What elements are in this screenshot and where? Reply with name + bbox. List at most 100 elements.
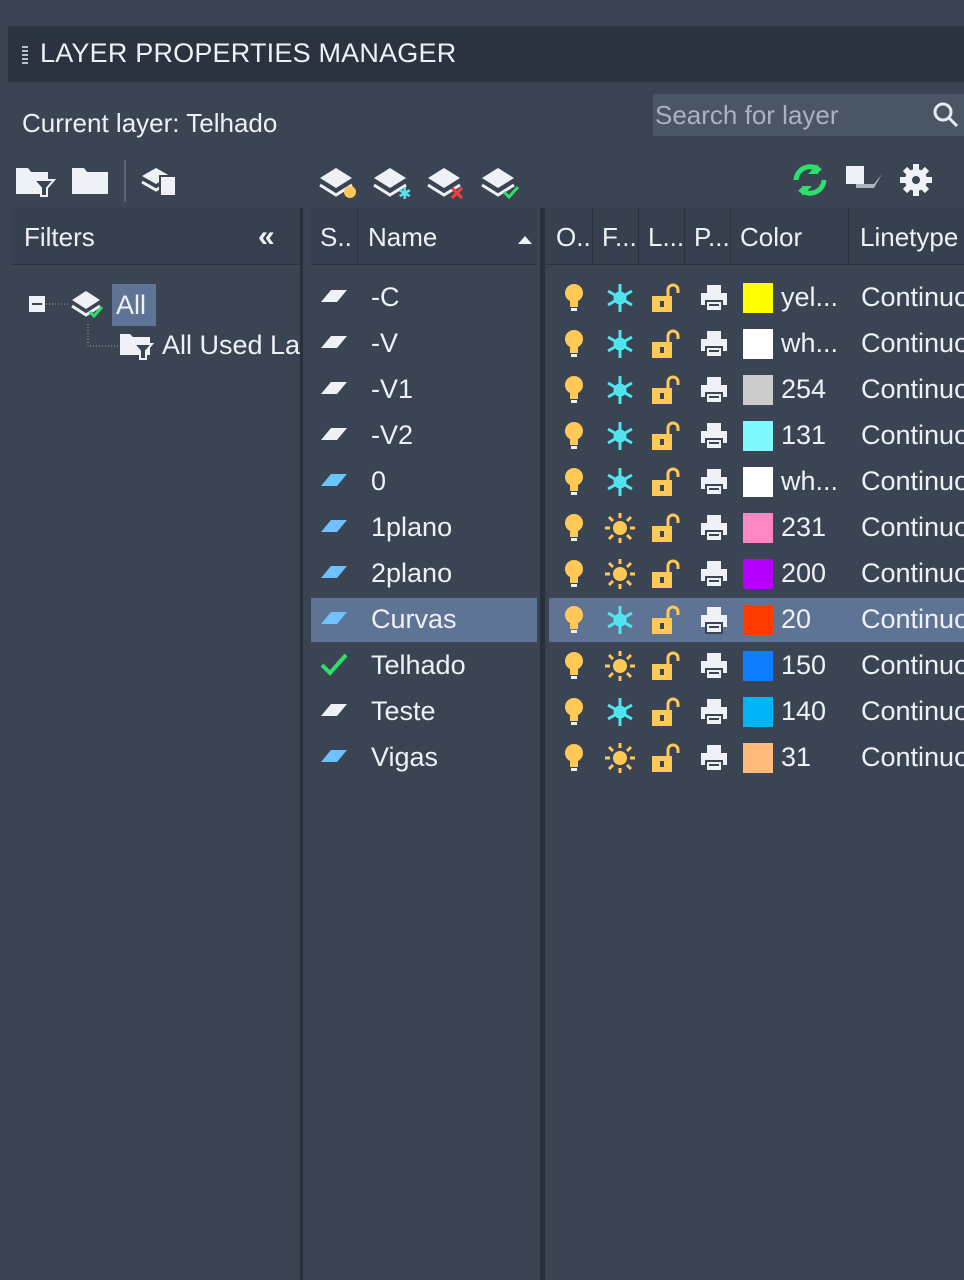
col-lock[interactable]: L... <box>648 222 684 253</box>
color-swatch[interactable] <box>743 467 773 497</box>
plot-printer-icon[interactable] <box>699 605 729 640</box>
plot-printer-icon[interactable] <box>699 329 729 364</box>
layer-color-label[interactable]: 31 <box>781 742 847 773</box>
unlocked-padlock-icon[interactable] <box>650 512 680 549</box>
frozen-snowflake-icon[interactable] <box>604 604 636 641</box>
layer-on-bulb-icon[interactable] <box>562 466 586 503</box>
plot-printer-icon[interactable] <box>699 697 729 732</box>
unlocked-padlock-icon[interactable] <box>650 282 680 319</box>
frozen-snowflake-icon[interactable] <box>604 282 636 319</box>
thawed-sun-icon[interactable] <box>604 558 636 595</box>
search-icon[interactable] <box>931 100 961 130</box>
col-linetype[interactable]: Linetype <box>860 222 964 253</box>
color-swatch[interactable] <box>743 283 773 313</box>
layer-on-bulb-icon[interactable] <box>562 328 586 365</box>
col-plot[interactable]: P... <box>694 222 730 253</box>
palette-title-bar[interactable]: LAYER PROPERTIES MANAGER <box>8 26 964 82</box>
layer-row[interactable]: -V2 131 Continuous <box>311 414 964 458</box>
layer-on-bulb-icon[interactable] <box>562 374 586 411</box>
layer-color-label[interactable]: wh... <box>781 466 847 497</box>
thawed-sun-icon[interactable] <box>604 742 636 779</box>
layer-color-label[interactable]: 131 <box>781 420 847 451</box>
layer-on-bulb-icon[interactable] <box>562 742 586 779</box>
layer-on-bulb-icon[interactable] <box>562 604 586 641</box>
unlocked-padlock-icon[interactable] <box>650 420 680 457</box>
color-swatch[interactable] <box>743 375 773 405</box>
color-swatch[interactable] <box>743 559 773 589</box>
unlocked-padlock-icon[interactable] <box>650 742 680 779</box>
layer-color-label[interactable]: 200 <box>781 558 847 589</box>
layer-name[interactable]: 2plano <box>371 558 535 589</box>
layer-linetype[interactable]: Continuous <box>861 282 964 313</box>
new-layer-icon[interactable] <box>316 160 360 200</box>
plot-printer-icon[interactable] <box>699 743 729 778</box>
new-layer-vp-frozen-icon[interactable]: ✱ <box>370 160 414 200</box>
color-swatch[interactable] <box>743 513 773 543</box>
layer-color-label[interactable]: 150 <box>781 650 847 681</box>
layer-row[interactable]: Vigas 31 Continuous <box>311 736 964 780</box>
delete-layer-icon[interactable] <box>424 160 468 200</box>
color-swatch[interactable] <box>743 697 773 727</box>
layer-on-bulb-icon[interactable] <box>562 558 586 595</box>
collapse-filters-icon[interactable]: « <box>258 220 275 254</box>
layer-linetype[interactable]: Continuous <box>861 374 964 405</box>
layer-name[interactable]: -V1 <box>371 374 535 405</box>
new-property-filter-icon[interactable] <box>12 160 56 200</box>
frozen-snowflake-icon[interactable] <box>604 696 636 733</box>
plot-printer-icon[interactable] <box>699 513 729 548</box>
color-swatch[interactable] <box>743 329 773 359</box>
frozen-snowflake-icon[interactable] <box>604 466 636 503</box>
layer-row[interactable]: 1plano 231 Continuous <box>311 506 964 550</box>
layer-row[interactable]: Teste 140 Continuous <box>311 690 964 734</box>
plot-printer-icon[interactable] <box>699 375 729 410</box>
layer-linetype[interactable]: Continuous <box>861 742 964 773</box>
layer-color-label[interactable]: 254 <box>781 374 847 405</box>
layer-name[interactable]: Teste <box>371 696 535 727</box>
layer-name[interactable]: Telhado <box>371 650 535 681</box>
unlocked-padlock-icon[interactable] <box>650 558 680 595</box>
thawed-sun-icon[interactable] <box>604 512 636 549</box>
layer-linetype[interactable]: Continuous <box>861 328 964 359</box>
col-on[interactable]: O.. <box>556 222 592 253</box>
layer-on-bulb-icon[interactable] <box>562 696 586 733</box>
layer-color-label[interactable]: 140 <box>781 696 847 727</box>
layer-row[interactable]: Telhado 150 Continuous <box>311 644 964 688</box>
layer-row[interactable]: 2plano 200 Continuous <box>311 552 964 596</box>
sort-ascending-icon[interactable] <box>518 236 532 244</box>
layer-on-bulb-icon[interactable] <box>562 282 586 319</box>
layer-row[interactable]: 0 wh... Continuous <box>311 460 964 504</box>
col-color[interactable]: Color <box>740 222 846 253</box>
plot-printer-icon[interactable] <box>699 559 729 594</box>
layer-linetype[interactable]: Continuous <box>861 512 964 543</box>
frozen-snowflake-icon[interactable] <box>604 374 636 411</box>
layer-name[interactable]: -C <box>371 282 535 313</box>
layer-linetype[interactable]: Continuous <box>861 558 964 589</box>
layer-linetype[interactable]: Continuous <box>861 420 964 451</box>
layer-row[interactable]: -C yel... Continuous <box>311 276 964 320</box>
plot-printer-icon[interactable] <box>699 651 729 686</box>
layer-name[interactable]: Curvas <box>371 604 535 635</box>
layer-name[interactable]: Vigas <box>371 742 535 773</box>
grip-handle-icon[interactable] <box>22 46 28 64</box>
layer-on-bulb-icon[interactable] <box>562 512 586 549</box>
layer-color-label[interactable]: yel... <box>781 282 847 313</box>
unlocked-padlock-icon[interactable] <box>650 696 680 733</box>
color-swatch[interactable] <box>743 743 773 773</box>
col-status[interactable]: S... <box>320 222 354 253</box>
layer-on-bulb-icon[interactable] <box>562 420 586 457</box>
plot-printer-icon[interactable] <box>699 283 729 318</box>
unlocked-padlock-icon[interactable] <box>650 604 680 641</box>
set-current-layer-icon[interactable] <box>478 160 522 200</box>
refresh-icon[interactable] <box>788 160 832 200</box>
layer-color-label[interactable]: 231 <box>781 512 847 543</box>
tree-collapse-icon[interactable] <box>28 292 68 316</box>
layer-linetype[interactable]: Continuous <box>861 466 964 497</box>
layer-states-manager-icon[interactable] <box>138 160 182 200</box>
layer-linetype[interactable]: Continuous <box>861 650 964 681</box>
layer-row[interactable]: -V1 254 Continuous <box>311 368 964 412</box>
plot-printer-icon[interactable] <box>699 421 729 456</box>
color-swatch[interactable] <box>743 651 773 681</box>
layer-transparency-icon[interactable] <box>842 160 886 200</box>
search-input[interactable] <box>653 94 925 136</box>
layer-linetype[interactable]: Continuous <box>861 604 964 635</box>
